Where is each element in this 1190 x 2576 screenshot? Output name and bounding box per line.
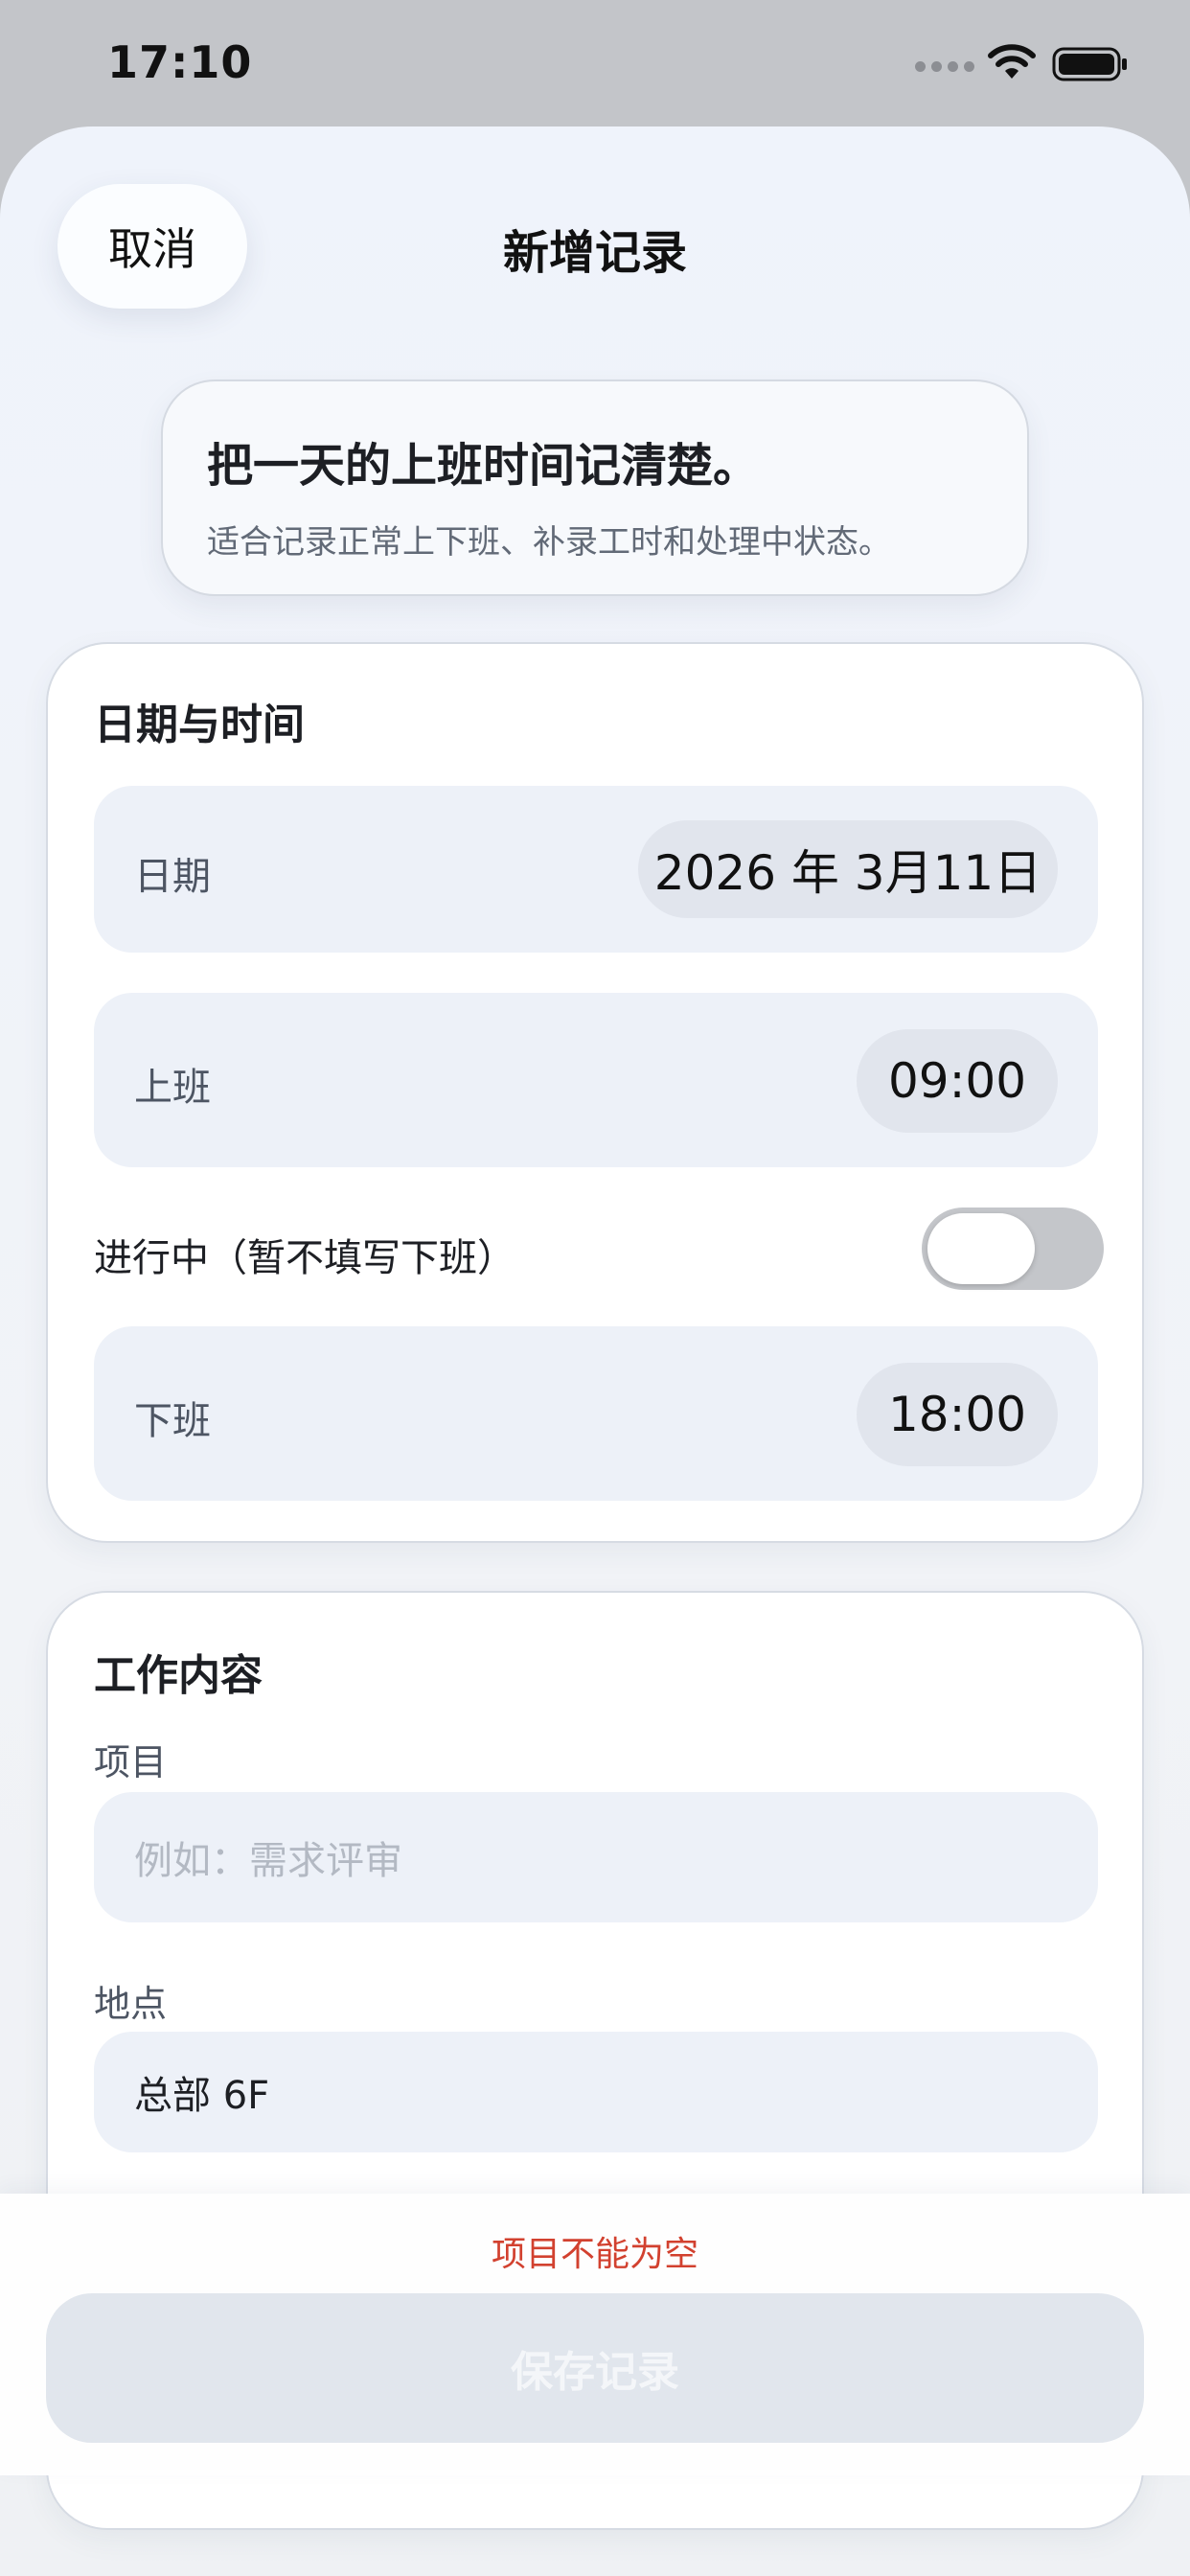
ongoing-toggle[interactable]: [922, 1208, 1104, 1290]
wifi-icon: [988, 44, 1036, 79]
page-title: 新增记录: [502, 226, 687, 280]
status-bar: 17:10: [0, 0, 1190, 126]
project-label: 项目: [94, 1741, 168, 1783]
end-time-picker[interactable]: 18:00: [857, 1363, 1058, 1466]
location-input[interactable]: 总部 6F: [94, 2032, 1098, 2152]
location-label: 地点: [94, 1983, 168, 2025]
toggle-knob: [927, 1213, 1035, 1284]
end-time-row[interactable]: 下班 18:00: [94, 1326, 1098, 1501]
date-picker[interactable]: 2026 年 3月11日: [638, 820, 1058, 918]
bottom-action-bar: 项目不能为空 保存记录: [0, 2194, 1190, 2475]
start-time-label: 上班: [134, 1066, 211, 1110]
intro-card: 把一天的上班时间记清楚。 适合记录正常上下班、补录工时和处理中状态。: [161, 380, 1029, 596]
date-row[interactable]: 日期 2026 年 3月11日: [94, 786, 1098, 953]
battery-icon: [1052, 47, 1127, 81]
validation-error: 项目不能为空: [491, 2235, 698, 2274]
cellular-signal-icon: [915, 61, 974, 72]
start-time-row[interactable]: 上班 09:00: [94, 993, 1098, 1167]
datetime-card: 日期与时间 日期 2026 年 3月11日 上班 09:00 进行中（暂不填写下…: [46, 642, 1144, 1543]
intro-title: 把一天的上班时间记清楚。: [207, 439, 760, 493]
date-label: 日期: [134, 855, 211, 899]
intro-subtitle: 适合记录正常上下班、补录工时和处理中状态。: [207, 523, 891, 562]
end-time-label: 下班: [134, 1399, 211, 1443]
start-time-picker[interactable]: 09:00: [857, 1029, 1058, 1133]
status-time: 17:10: [107, 36, 253, 88]
save-record-button[interactable]: 保存记录: [46, 2293, 1144, 2443]
datetime-card-title: 日期与时间: [94, 701, 305, 749]
project-input[interactable]: 例如：需求评审: [94, 1792, 1098, 1922]
ongoing-toggle-label: 进行中（暂不填写下班）: [94, 1236, 515, 1280]
work-card-title: 工作内容: [94, 1651, 263, 1700]
